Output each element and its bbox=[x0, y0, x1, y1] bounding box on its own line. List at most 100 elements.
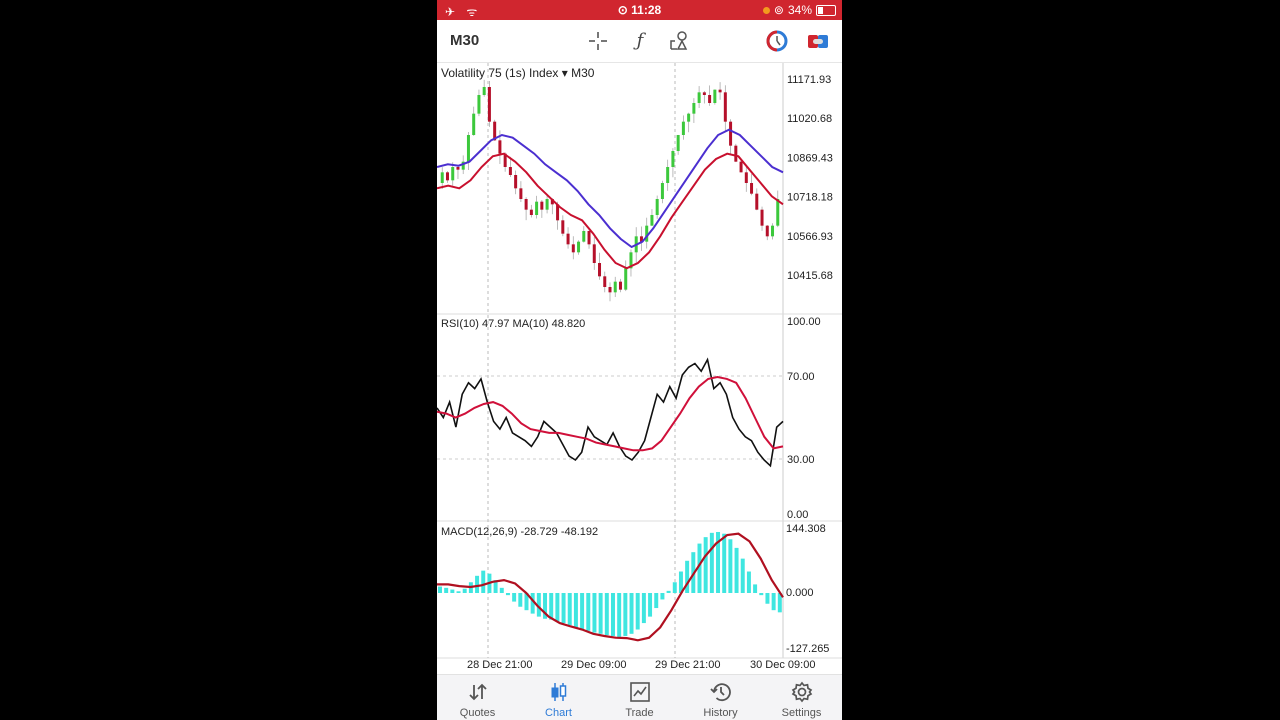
candle-body bbox=[755, 193, 759, 210]
macd-bar bbox=[549, 593, 554, 620]
candle-body bbox=[744, 172, 748, 183]
macd-bar bbox=[765, 593, 770, 604]
candle-body bbox=[524, 199, 528, 210]
candle-body bbox=[566, 233, 570, 245]
crosshair-icon[interactable] bbox=[587, 30, 609, 52]
candle-body bbox=[618, 281, 622, 290]
candle-body bbox=[519, 188, 523, 199]
macd-bar bbox=[505, 593, 510, 596]
toggle-icon[interactable] bbox=[807, 30, 829, 52]
candle-body bbox=[482, 87, 486, 95]
candle-body bbox=[624, 268, 628, 290]
candle-body bbox=[535, 201, 539, 215]
rsi-level-label: 70.00 bbox=[787, 371, 815, 383]
candle-body bbox=[650, 215, 654, 226]
candle-body bbox=[487, 87, 491, 122]
chart-candle-icon bbox=[518, 681, 599, 703]
macd-bar bbox=[475, 575, 480, 593]
candle-body bbox=[660, 183, 664, 199]
time-label: 29 Dec 21:00 bbox=[655, 659, 720, 671]
gear-icon bbox=[761, 681, 842, 703]
phone-screen: ✈︎ ᯤ ⊙ 11:28 ⊚ 34% M30 ƒ Volatility 75 (… bbox=[437, 0, 842, 720]
grid-lines bbox=[437, 63, 842, 659]
candle-body bbox=[529, 209, 533, 215]
macd-bar bbox=[728, 539, 733, 593]
time-axis: 28 Dec 21:00 29 Dec 09:00 29 Dec 21:00 30 D… bbox=[467, 659, 815, 671]
macd-bar bbox=[746, 571, 751, 593]
candle-body bbox=[440, 172, 444, 183]
macd-label: MACD(12,26,9) -28.729 -48.192 bbox=[441, 526, 598, 538]
candle-body bbox=[498, 140, 502, 154]
macd-bar bbox=[703, 537, 708, 593]
clock-circle-icon[interactable] bbox=[766, 30, 788, 52]
ma-fast-line bbox=[437, 152, 784, 270]
macd-bar bbox=[561, 593, 566, 624]
candle-body bbox=[603, 276, 607, 287]
candle-body bbox=[545, 199, 549, 210]
indicators-icon[interactable]: ƒ bbox=[629, 30, 651, 52]
time-label: 30 Dec 09:00 bbox=[750, 659, 815, 671]
rsi-axis: 100.00 70.00 30.00 0.00 bbox=[787, 316, 821, 521]
candle-body bbox=[671, 151, 675, 167]
price-label: 10718.18 bbox=[787, 192, 833, 204]
macd-bar bbox=[481, 570, 486, 593]
price-label: 10566.93 bbox=[787, 231, 833, 243]
candle-body bbox=[577, 241, 581, 253]
tab-settings[interactable]: Settings bbox=[761, 675, 842, 720]
macd-bar bbox=[586, 593, 591, 631]
tab-chart[interactable]: Chart bbox=[518, 675, 599, 720]
timeframe-button[interactable]: M30 bbox=[450, 32, 479, 49]
macd-axis: 144.308 0.000 -127.265 bbox=[786, 523, 829, 655]
rsi-level-label: 100.00 bbox=[787, 316, 821, 328]
macd-bar bbox=[617, 593, 622, 637]
candle-body bbox=[508, 167, 512, 175]
candle-body bbox=[456, 167, 460, 170]
macd-bar bbox=[654, 593, 659, 609]
candle-body bbox=[697, 92, 701, 103]
macd-bar bbox=[672, 582, 677, 593]
candle-body bbox=[592, 244, 596, 263]
time-label: 28 Dec 21:00 bbox=[467, 659, 532, 671]
macd-bar bbox=[518, 593, 523, 607]
macd-bar bbox=[456, 591, 461, 593]
macd-bar bbox=[722, 533, 727, 593]
bottom-tab-bar: Quotes Chart Trade History Settings bbox=[437, 674, 842, 720]
macd-bar bbox=[462, 588, 467, 593]
candle-body bbox=[540, 201, 544, 210]
macd-bar bbox=[512, 593, 517, 602]
candle-body bbox=[608, 287, 612, 293]
candle-body bbox=[708, 95, 712, 103]
macd-bar bbox=[438, 586, 442, 593]
macd-bar bbox=[734, 547, 739, 593]
candle-body bbox=[771, 225, 775, 237]
candle-body bbox=[723, 92, 727, 122]
battery-icon bbox=[816, 4, 836, 16]
symbol-label[interactable]: Volatility 75 (1s) Index ▾ M30 bbox=[441, 66, 595, 80]
macd-bar bbox=[592, 593, 597, 633]
candle-body bbox=[692, 103, 696, 114]
objects-icon[interactable] bbox=[669, 30, 691, 52]
macd-bar bbox=[623, 593, 628, 636]
macd-bar bbox=[641, 593, 646, 624]
candle-body bbox=[676, 135, 680, 151]
candle-body bbox=[760, 209, 764, 226]
trade-icon bbox=[599, 681, 680, 703]
macd-bar bbox=[499, 587, 504, 593]
macd-bar bbox=[555, 593, 560, 622]
tab-history[interactable]: History bbox=[680, 675, 761, 720]
status-right: ⊚ 34% bbox=[762, 3, 836, 17]
candle-body bbox=[451, 167, 455, 181]
chart-area[interactable]: Volatility 75 (1s) Index ▾ M30 11171.931… bbox=[437, 63, 842, 674]
screen-lock-icon: ⊚ bbox=[773, 3, 784, 17]
candle-body bbox=[445, 172, 449, 181]
rsi-label: RSI(10) 47.97 MA(10) 48.820 bbox=[441, 318, 585, 330]
orange-dot-icon bbox=[762, 6, 770, 14]
macd-bar bbox=[635, 593, 640, 630]
macd-bar bbox=[666, 590, 671, 593]
price-label: 10415.68 bbox=[787, 270, 833, 282]
status-bar: ✈︎ ᯤ ⊙ 11:28 ⊚ 34% bbox=[437, 0, 842, 20]
tab-trade[interactable]: Trade bbox=[599, 675, 680, 720]
macd-bar bbox=[573, 593, 578, 628]
tab-quotes[interactable]: Quotes bbox=[437, 675, 518, 720]
rsi-level-label: 30.00 bbox=[787, 454, 815, 466]
